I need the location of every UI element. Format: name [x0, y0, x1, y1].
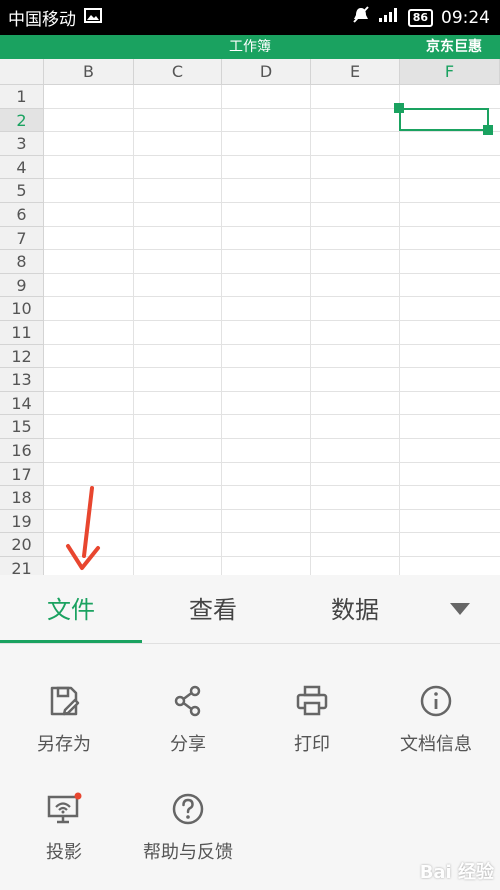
grid-line: [44, 390, 500, 392]
row-header-21[interactable]: 21: [0, 557, 44, 575]
grid-line: [133, 85, 134, 575]
grid-line: [44, 131, 500, 133]
grid-line: [44, 154, 500, 156]
watermark: Bai 经验: [419, 862, 494, 883]
grid-line: [44, 367, 500, 369]
row-header-18[interactable]: 18: [0, 486, 44, 510]
print-label: 打印: [294, 734, 330, 755]
row-header-12[interactable]: 12: [0, 344, 44, 369]
selection-start-handle[interactable]: [394, 103, 404, 113]
column-header-c[interactable]: C: [134, 59, 222, 85]
projection-label: 投影: [46, 842, 82, 863]
column-header-b[interactable]: B: [44, 59, 134, 85]
projection-button[interactable]: 投影: [4, 792, 124, 864]
triangle-down-icon[interactable]: [440, 595, 480, 625]
info-icon: [376, 684, 496, 722]
save-as-icon: [4, 684, 124, 722]
grid-line: [310, 85, 311, 575]
help-feedback-button[interactable]: 帮助与反馈: [128, 792, 248, 864]
row-header-8[interactable]: 8: [0, 250, 44, 274]
grid-line: [44, 556, 500, 557]
save-as-label: 另存为: [37, 734, 91, 755]
title-bar: 工作簿 京东巨惠: [0, 35, 500, 59]
help-icon: [128, 792, 248, 830]
grid-line: [44, 272, 500, 274]
row-header-6[interactable]: 6: [0, 203, 44, 227]
grid-line: [44, 202, 500, 203]
corner-cell[interactable]: [0, 59, 44, 85]
row-header-11[interactable]: 11: [0, 321, 44, 345]
selected-cell-outline[interactable]: [399, 108, 489, 131]
document-info-button[interactable]: 文档信息: [376, 684, 496, 756]
clock: 09:24: [441, 7, 490, 28]
share-button[interactable]: 分享: [128, 684, 248, 756]
printer-icon: [252, 684, 372, 722]
grid-line: [44, 225, 500, 227]
grid-line: [44, 485, 500, 487]
grid-line: [44, 178, 500, 180]
save-as-button[interactable]: 另存为: [4, 684, 124, 756]
image-notification-icon: [84, 7, 102, 28]
row-header-13[interactable]: 13: [0, 368, 44, 392]
row-header-10[interactable]: 10: [0, 297, 44, 321]
share-label: 分享: [170, 734, 206, 755]
promo-link[interactable]: 京东巨惠: [426, 35, 482, 59]
grid-line: [44, 320, 500, 321]
row-header-16[interactable]: 16: [0, 439, 44, 463]
tab-view[interactable]: 查看: [142, 575, 284, 643]
document-info-label: 文档信息: [400, 734, 472, 755]
share-icon: [128, 684, 248, 722]
column-header-e[interactable]: E: [311, 59, 400, 85]
screen-cast-icon: [4, 792, 124, 830]
workbook-title: 工作簿: [229, 39, 271, 55]
column-header-d[interactable]: D: [222, 59, 311, 85]
mute-icon: [352, 6, 370, 29]
arrow-down-icon: [66, 486, 100, 570]
status-bar: 中国移动 86 09:24: [0, 0, 500, 35]
column-header-f[interactable]: F: [400, 59, 500, 85]
file-menu-panel: 另存为 分享 打印 文档信息 投影 帮助与反馈 Bai 经验: [0, 644, 500, 890]
grid-line: [44, 296, 500, 298]
row-header-3[interactable]: 3: [0, 132, 44, 156]
tab-data[interactable]: 数据: [284, 575, 426, 643]
grid-line: [44, 414, 500, 416]
carrier-name: 中国移动: [8, 10, 76, 30]
row-header-14[interactable]: 14: [0, 391, 44, 416]
grid-line: [44, 343, 500, 345]
row-header-1[interactable]: 1: [0, 85, 44, 109]
ribbon-tabs: 文件 查看 数据: [0, 575, 500, 644]
row-header-7[interactable]: 7: [0, 226, 44, 251]
grid-line: [399, 85, 400, 575]
help-feedback-label: 帮助与反馈: [143, 842, 233, 863]
print-button[interactable]: 打印: [252, 684, 372, 756]
grid-line: [44, 532, 500, 534]
row-header-15[interactable]: 15: [0, 415, 44, 439]
signal-icon: [378, 7, 400, 28]
grid-line: [44, 249, 500, 251]
selection-end-handle[interactable]: [483, 125, 493, 135]
tab-file[interactable]: 文件: [0, 575, 142, 643]
row-header-17[interactable]: 17: [0, 462, 44, 487]
row-header-20[interactable]: 20: [0, 533, 44, 557]
row-header-4[interactable]: 4: [0, 155, 44, 180]
row-header-5[interactable]: 5: [0, 179, 44, 203]
battery-indicator: 86: [407, 8, 433, 27]
row-header-9[interactable]: 9: [0, 273, 44, 298]
grid-line: [44, 461, 500, 463]
row-header-2[interactable]: 2: [0, 108, 44, 133]
active-tab-indicator: [0, 640, 142, 643]
grid-line: [44, 438, 500, 439]
row-header-19[interactable]: 19: [0, 509, 44, 534]
grid-line: [44, 508, 500, 510]
grid-line: [221, 85, 222, 575]
